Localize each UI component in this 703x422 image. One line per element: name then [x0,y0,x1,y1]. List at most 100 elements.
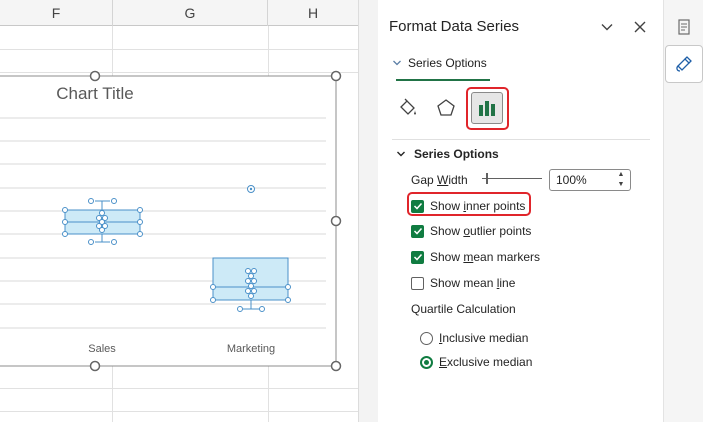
spin-down-icon[interactable]: ▼ [618,181,625,189]
pentagon-icon [437,99,455,116]
selection-handle [285,284,291,290]
gap-width-label-prefix: Gap [411,173,438,187]
marketing-inner-point [248,293,254,299]
marketing-outlier-point [247,185,255,193]
label-prefix: Show [430,250,464,264]
checkbox-label: Show outlier points [430,224,531,238]
pane-title: Format Data Series [389,18,520,35]
bar-chart-icon [479,101,495,116]
checkbox-unchecked[interactable] [411,276,424,290]
gap-width-slider-track[interactable] [482,178,542,179]
checkbox-checked[interactable] [411,250,424,264]
selection-handle [62,231,68,237]
document-icon [678,19,690,35]
close-icon [634,21,646,33]
label-suffix: ean markers [473,250,541,264]
checkmark-icon [413,253,422,261]
label-accesskey: E [439,355,448,369]
marketing-inner-point [251,278,257,284]
rail-format-button[interactable] [665,45,703,83]
paintbrush-icon [676,56,692,72]
label-prefix: Show [430,224,464,238]
label-accesskey: m [463,250,474,264]
spinner-arrows[interactable]: ▲ ▼ [616,171,626,189]
radio-exclusive-median[interactable]: Exclusive median [420,355,532,369]
radio-button-unselected[interactable] [420,331,433,345]
chevron-down-icon [393,60,401,66]
spreadsheet-grid[interactable]: F G H Chart Title Sales Marketing [0,0,358,422]
label-suffix: xclusive median [447,355,533,369]
selection-handle [88,198,94,204]
radio-inclusive-median[interactable]: Inclusive median [420,331,528,345]
pane-divider [392,139,650,140]
gap-width-slider-thumb[interactable] [486,173,488,184]
checkbox-label: Show mean markers [430,250,540,264]
paint-bucket-icon [400,98,416,115]
chevron-down-icon [397,151,405,157]
checkmark-icon [413,227,422,235]
radio-label: Exclusive median [439,355,532,369]
checkbox-show-outlier-points[interactable]: Show outlier points [411,224,531,238]
selection-handle [210,284,216,290]
label-prefix: Show [430,199,464,213]
pane-options-button[interactable] [597,16,617,38]
label-suffix: nner points [466,199,526,213]
tab-underline [396,79,490,81]
label-suffix: nclusive median [442,331,529,345]
marketing-inner-point [248,283,254,289]
label-suffix: utlier points [470,224,532,238]
sales-inner-point [99,227,105,233]
series-options-section-header[interactable]: Series Options [396,147,499,161]
checkbox-show-mean-line[interactable]: Show mean line [411,276,515,290]
marketing-inner-point [245,288,251,294]
checkbox-show-mean-markers[interactable]: Show mean markers [411,250,540,264]
rail-document-button[interactable] [665,8,703,46]
selection-handle [259,306,265,312]
radio-label: Inclusive median [439,331,528,345]
selection-handle [62,219,68,225]
selection-handle [137,231,143,237]
resize-handle-top-right [330,70,342,82]
pane-close-button[interactable] [630,16,650,38]
selection-handle [88,239,94,245]
resize-handle-top [89,70,101,82]
selection-handle [237,306,243,312]
sales-inner-point [99,210,105,216]
marketing-inner-point [251,268,257,274]
tab-series-options-label: Series Options [408,56,487,70]
section-title: Series Options [414,147,499,161]
checkbox-show-inner-points[interactable]: Show inner points [411,199,525,213]
chart-area[interactable] [0,75,337,367]
format-data-series-pane: Format Data Series Series Options Series [378,0,663,422]
selection-handle [210,297,216,303]
checkbox-label: Show mean line [430,276,515,290]
tab-series-options[interactable]: Series Options [392,56,487,70]
resize-handle-bottom-right [330,360,342,372]
selection-handle [285,297,291,303]
fill-line-tab[interactable] [392,92,424,124]
effects-tab[interactable] [430,92,462,124]
spin-up-icon[interactable]: ▲ [618,171,625,179]
label-prefix: Show mean [430,276,497,290]
series-options-tab[interactable] [471,92,503,124]
category-label-sales: Sales [88,343,116,355]
gap-width-label: Gap Width [411,173,468,187]
marketing-inner-point [248,273,254,279]
vertical-scrollbar[interactable] [358,0,378,422]
marketing-inner-point [245,268,251,274]
quartile-calculation-label: Quartile Calculation [411,302,516,316]
resize-handle-right [330,215,342,227]
checkbox-checked[interactable] [411,224,424,238]
radio-button-selected[interactable] [420,355,433,369]
chevron-down-icon [601,24,613,31]
gap-width-spinner[interactable]: ▲ ▼ [549,169,631,191]
checkbox-checked[interactable] [411,199,424,213]
selection-handle [137,207,143,213]
gap-width-label-suffix: idth [448,173,468,187]
marketing-inner-point [245,278,251,284]
gap-width-input[interactable] [556,172,611,188]
box-whisker-chart[interactable] [0,0,358,422]
resize-handle-bottom [89,360,101,372]
category-label-marketing: Marketing [226,343,276,355]
chart-title[interactable]: Chart Title [45,84,145,104]
